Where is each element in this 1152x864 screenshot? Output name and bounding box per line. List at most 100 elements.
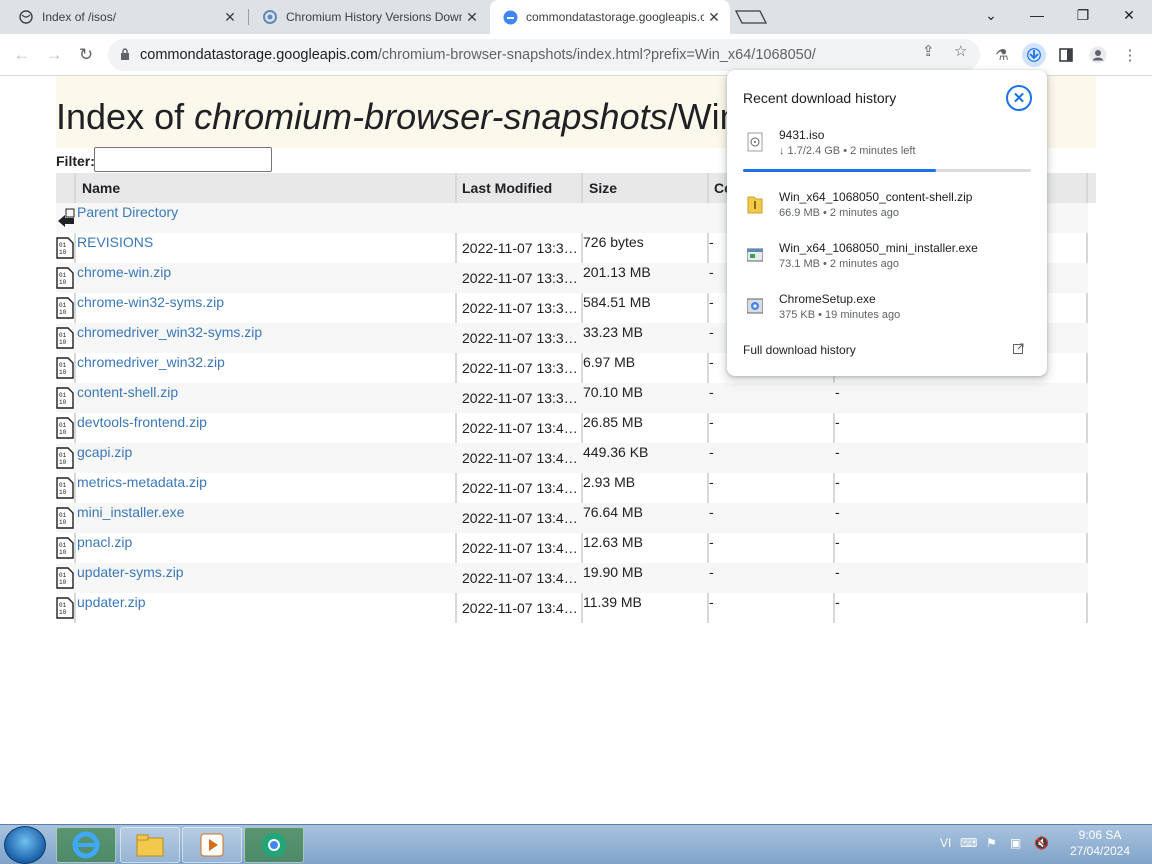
tab-search-icon[interactable]: ⌄ (968, 0, 1014, 30)
svg-text:10: 10 (59, 519, 67, 526)
file-link[interactable]: Parent Directory (77, 204, 178, 220)
svg-text:01: 01 (59, 482, 67, 489)
restore-icon[interactable]: ❐ (1060, 0, 1106, 30)
network-icon[interactable]: ▣ (1010, 836, 1021, 850)
binary-file-icon: 01 10 (56, 387, 74, 409)
column-last-modified[interactable]: Last Modified (462, 180, 552, 196)
binary-file-icon: 01 10 (56, 267, 74, 289)
file-link[interactable]: chrome-win32-syms.zip (77, 294, 224, 310)
download-item[interactable]: Win_x64_1068050_mini_installer.exe 73.1 … (743, 241, 1033, 281)
forward-icon[interactable]: → (40, 41, 68, 69)
chrome-favicon (262, 9, 278, 25)
close-icon[interactable]: ✕ (462, 9, 482, 26)
file-size: 584.51 MB (583, 294, 651, 310)
last-modified: 2022-11-07 13:4… (462, 420, 578, 436)
parent-dir-icon (56, 207, 75, 229)
volume-muted-icon[interactable]: 🔇 (1034, 836, 1049, 850)
cell-value: - (709, 414, 714, 430)
taskbar-chrome-icon[interactable] (244, 827, 304, 863)
bookmark-star-icon[interactable]: ☆ (954, 42, 967, 60)
taskbar-explorer-icon[interactable] (120, 827, 180, 863)
svg-text:01: 01 (59, 512, 67, 519)
minimize-icon[interactable]: — (1014, 0, 1060, 30)
tab-title: Chromium History Versions Downlo (286, 10, 462, 24)
cell-value: - (709, 294, 714, 310)
action-center-flag-icon[interactable]: ⚑ (986, 836, 997, 850)
reload-icon[interactable]: ↻ (72, 41, 100, 69)
file-link[interactable]: devtools-frontend.zip (77, 414, 207, 430)
back-icon[interactable]: ← (8, 41, 36, 69)
file-link[interactable]: metrics-metadata.zip (77, 474, 207, 490)
binary-file-icon: 01 10 (56, 597, 74, 619)
download-icon[interactable] (1022, 43, 1046, 67)
download-item[interactable]: ChromeSetup.exe 375 KB • 19 minutes ago (743, 292, 1033, 332)
svg-text:01: 01 (59, 272, 67, 279)
file-size: 76.64 MB (583, 504, 643, 520)
tab-index-isos[interactable]: Index of /isos/ ✕ (6, 0, 246, 34)
last-modified: 2022-11-07 13:4… (462, 540, 578, 556)
open-external-icon[interactable] (1013, 343, 1024, 357)
svg-text:10: 10 (59, 369, 67, 376)
side-panel-icon[interactable] (1054, 43, 1078, 67)
file-link[interactable]: updater.zip (77, 594, 146, 610)
page-title: Index of chromium-browser-snapshots/Win (56, 96, 740, 137)
taskbar-media-player-icon[interactable] (182, 827, 242, 863)
taskbar-ie-icon[interactable] (56, 827, 116, 863)
file-size: 449.36 KB (583, 444, 649, 460)
file-link[interactable]: updater-syms.zip (77, 564, 184, 580)
profile-avatar-icon[interactable] (1086, 43, 1110, 67)
download-item[interactable]: 9431.iso ↓ 1.7/2.4 GB • 2 minutes left (743, 128, 1033, 168)
svg-text:01: 01 (59, 452, 67, 459)
file-link[interactable]: chromedriver_win32-syms.zip (77, 324, 262, 340)
share-icon[interactable]: ⇪ (922, 42, 935, 60)
close-icon[interactable]: ✕ (220, 9, 240, 26)
tab-chromium-history[interactable]: Chromium History Versions Downlo ✕ (250, 0, 488, 34)
file-link[interactable]: content-shell.zip (77, 384, 178, 400)
filter-input[interactable] (94, 147, 272, 172)
close-icon[interactable]: ✕ (704, 9, 724, 26)
download-filename: Win_x64_1068050_mini_installer.exe (779, 241, 978, 255)
cell-value: - (835, 474, 840, 490)
start-button[interactable] (4, 826, 46, 864)
cell-value: - (709, 504, 714, 520)
close-icon[interactable]: ✕ (1006, 85, 1032, 111)
installer-icon (746, 296, 764, 316)
download-item[interactable]: Win_x64_1068050_content-shell.zip 66.9 M… (743, 190, 1033, 230)
system-clock[interactable]: 9:06 SA 27/04/2024 (1060, 827, 1140, 859)
download-filename: Win_x64_1068050_content-shell.zip (779, 190, 973, 204)
file-link[interactable]: REVISIONS (77, 234, 153, 250)
menu-kebab-icon[interactable]: ⋮ (1118, 43, 1142, 67)
svg-text:10: 10 (59, 609, 67, 616)
popup-title: Recent download history (743, 90, 897, 106)
file-size: 6.97 MB (583, 354, 636, 370)
labs-flask-icon[interactable]: ⚗ (990, 43, 1014, 67)
new-tab-icon[interactable] (734, 8, 768, 26)
address-bar[interactable]: commondatastorage.googleapis.com/chromiu… (108, 39, 980, 71)
table-row: 01 10 content-shell.zip 2022-11-07 13:3… 70.… (56, 383, 1088, 413)
keyboard-icon[interactable]: ⌨ (960, 836, 977, 850)
language-indicator[interactable]: VI (940, 836, 951, 850)
file-link[interactable]: pnacl.zip (77, 534, 132, 550)
file-link[interactable]: mini_installer.exe (77, 504, 184, 520)
binary-file-icon: 01 10 (56, 507, 74, 529)
full-download-history-link[interactable]: Full download history (743, 343, 856, 357)
window-close-icon[interactable]: ✕ (1106, 0, 1152, 30)
column-size[interactable]: Size (589, 180, 617, 196)
cell-value: - (709, 354, 714, 370)
tab-commondatastorage[interactable]: commondatastorage.googleapis.co ✕ (490, 0, 730, 34)
file-link[interactable]: gcapi.zip (77, 444, 132, 460)
last-modified: 2022-11-07 13:3… (462, 270, 578, 286)
column-name[interactable]: Name (82, 180, 120, 196)
file-link[interactable]: chrome-win.zip (77, 264, 171, 280)
file-link[interactable]: chromedriver_win32.zip (77, 354, 225, 370)
download-filename: 9431.iso (779, 128, 825, 142)
file-size: 70.10 MB (583, 384, 643, 400)
table-row: 01 10 mini_installer.exe 2022-11-07 13:4… 76… (56, 503, 1088, 533)
cell-value: - (709, 234, 714, 250)
cell-value: - (709, 324, 714, 340)
binary-file-icon: 01 10 (56, 297, 74, 319)
svg-text:01: 01 (59, 242, 67, 249)
file-size: 33.23 MB (583, 324, 643, 340)
table-row: 01 10 gcapi.zip 2022-11-07 13:4… 449.36 KB - - (56, 443, 1088, 473)
binary-file-icon: 01 10 (56, 357, 74, 379)
